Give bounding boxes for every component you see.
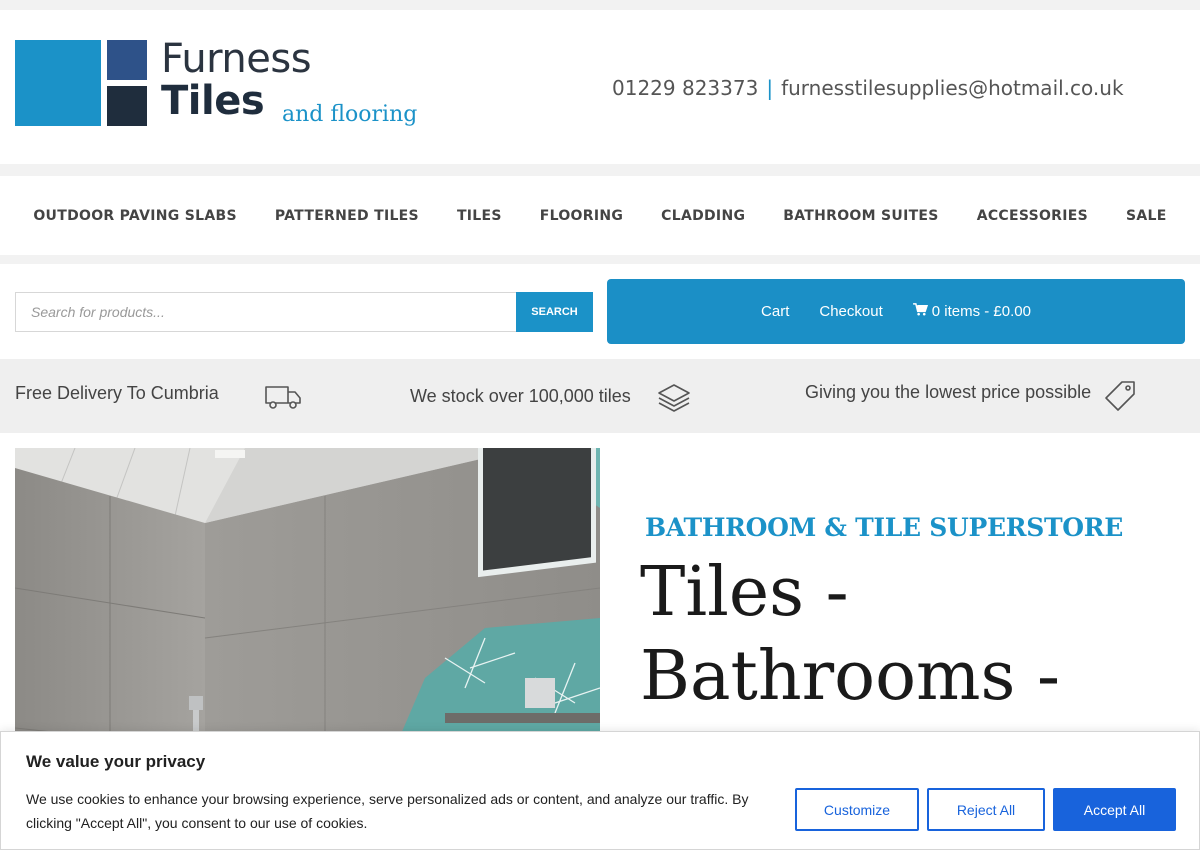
cookie-title: We value your privacy (26, 752, 206, 771)
hero-subtitle: BATHROOM & TILE SUPERSTORE (645, 513, 1123, 542)
nav-item-patterned-tiles[interactable]: PATTERNED TILES (275, 208, 419, 224)
cookie-description: We use cookies to enhance your browsing … (26, 791, 749, 831)
usp-delivery-text: Free Delivery To Cumbria (15, 383, 219, 403)
usp-bar: Free Delivery To Cumbria We stock over 1… (0, 359, 1200, 433)
customize-button[interactable]: Customize (795, 788, 919, 831)
contact-separator: | (766, 76, 774, 100)
email-link[interactable]: furnesstilesupplies@hotmail.co.uk (781, 76, 1123, 100)
contact-info: 01229 823373 | furnesstilesupplies@hotmail… (612, 76, 1124, 100)
reject-all-button[interactable]: Reject All (927, 788, 1045, 831)
nav-item-cladding[interactable]: CLADDING (661, 208, 745, 224)
nav-item-accessories[interactable]: ACCESSORIES (977, 208, 1088, 224)
layers-icon (657, 383, 691, 418)
nav-item-bathroom-suites[interactable]: BATHROOM SUITES (783, 208, 938, 224)
cart-bar: Cart Checkout 0 items - £0.00 (607, 279, 1185, 344)
logo-text-furness: Furness (161, 36, 312, 82)
search-button[interactable]: SEARCH (516, 292, 593, 332)
logo-square-navy (107, 40, 147, 80)
nav-item-flooring[interactable]: FLOORING (540, 208, 623, 224)
accept-all-button[interactable]: Accept All (1053, 788, 1176, 831)
nav-item-sale[interactable]: SALE (1126, 208, 1167, 224)
cookie-banner: We value your privacy We use cookies to … (0, 731, 1200, 850)
phone-link[interactable]: 01229 823373 (612, 76, 758, 100)
search-input[interactable] (15, 292, 518, 332)
logo-text-tagline: and flooring (282, 102, 418, 127)
shopping-cart-icon (912, 303, 928, 320)
truck-icon (264, 383, 302, 416)
site-header: Furness Tiles and flooring 01229 823373 |… (0, 10, 1200, 164)
logo-square-large (15, 40, 101, 126)
logo-square-dark (107, 86, 147, 126)
site-logo[interactable]: Furness Tiles and flooring (15, 36, 435, 140)
cart-link[interactable]: Cart (761, 303, 789, 320)
cart-summary-link[interactable]: 0 items - £0.00 (912, 303, 1031, 320)
price-tag-icon (1104, 380, 1136, 417)
usp-price-text: Giving you the lowest price possible (805, 382, 1092, 402)
nav-item-outdoor-paving-slabs[interactable]: OUTDOOR PAVING SLABS (33, 208, 236, 224)
nav-item-tiles[interactable]: TILES (457, 208, 502, 224)
usp-stock-text: We stock over 100,000 tiles (410, 386, 631, 406)
search-cart-row: SEARCH Cart Checkout 0 items - £0.00 (0, 264, 1200, 359)
checkout-link[interactable]: Checkout (819, 303, 882, 320)
main-nav: OUTDOOR PAVING SLABS PATTERNED TILES TIL… (0, 176, 1200, 255)
logo-text-tiles: Tiles (161, 78, 265, 124)
cart-summary-text: 0 items - £0.00 (931, 303, 1031, 320)
